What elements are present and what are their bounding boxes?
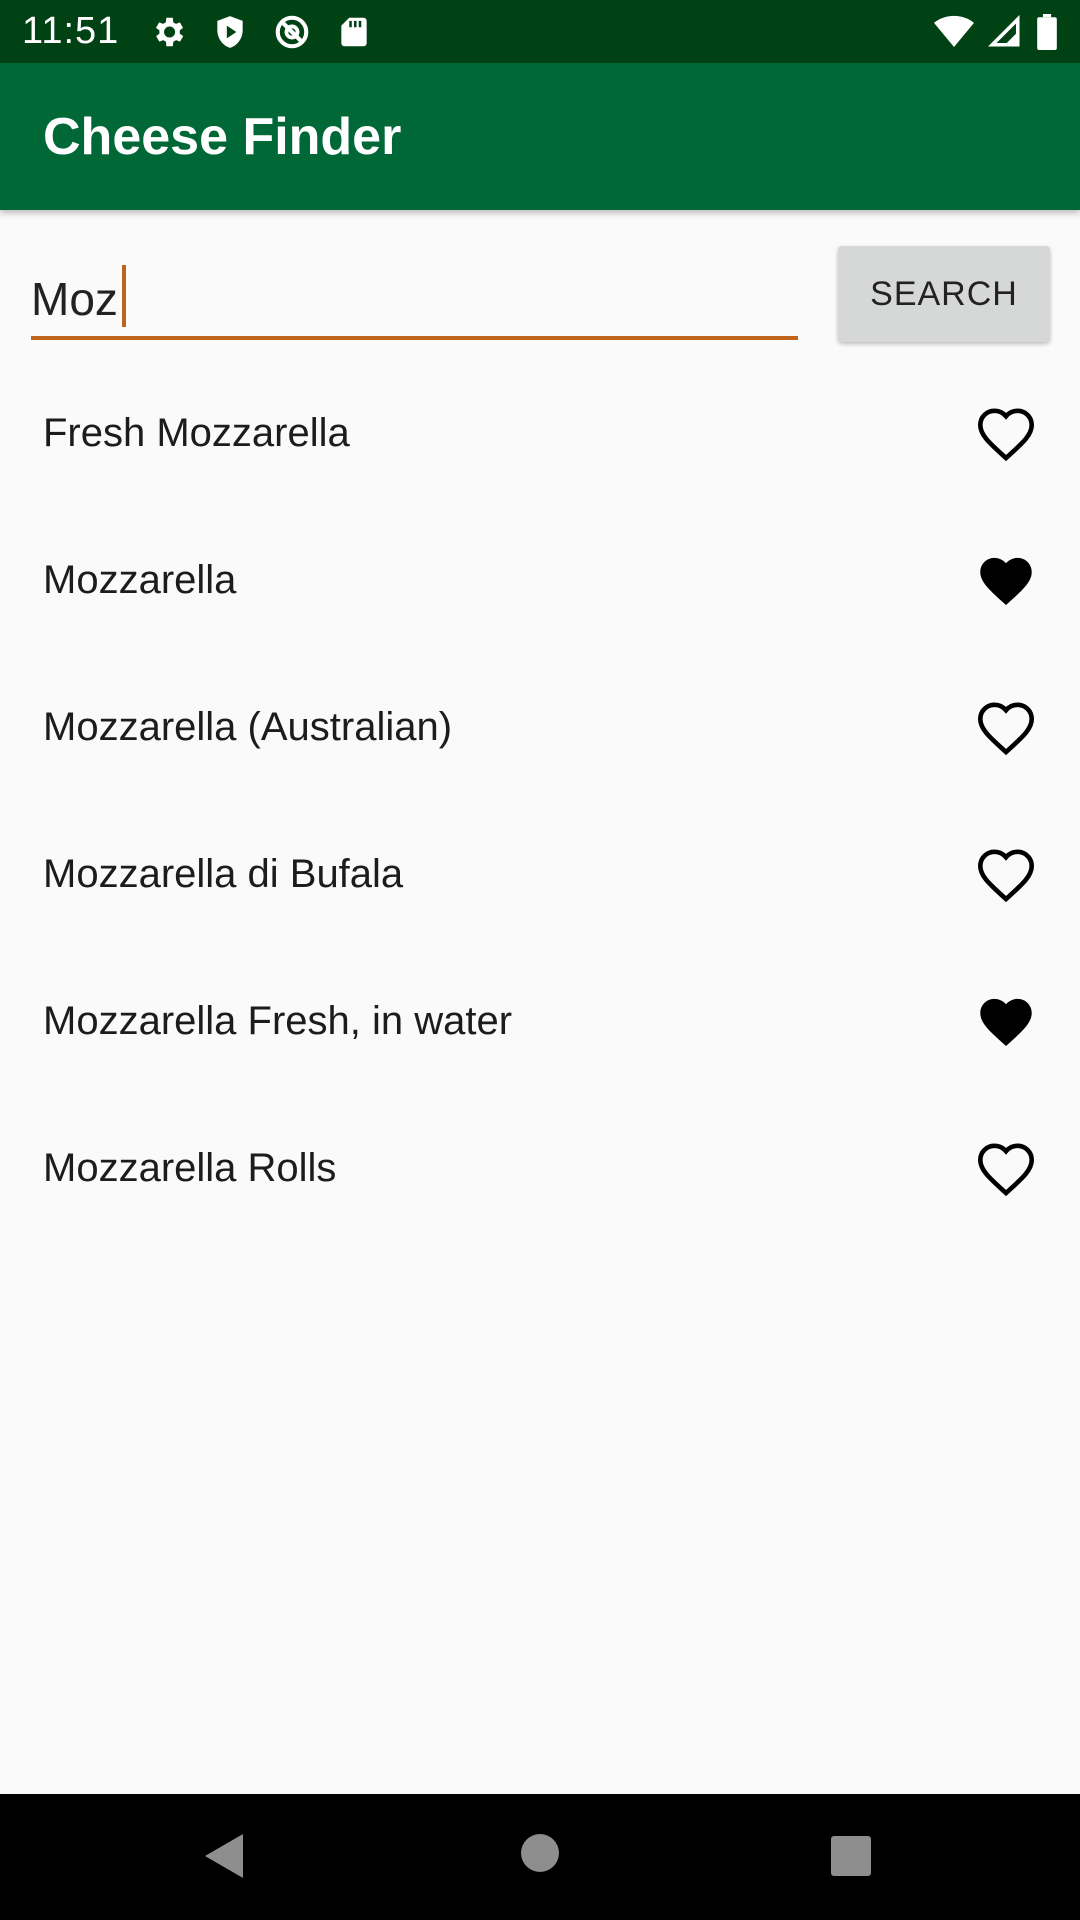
sd-card-icon	[335, 13, 373, 51]
status-bar: 11:51	[0, 0, 1080, 63]
navigation-bar	[0, 1794, 1080, 1920]
list-item[interactable]: Mozzarella Fresh, in water	[0, 948, 1080, 1095]
status-notification-icons	[149, 13, 373, 51]
back-icon[interactable]	[205, 1834, 245, 1883]
list-item[interactable]: Mozzarella (Australian)	[0, 654, 1080, 801]
list-item[interactable]: Fresh Mozzarella	[0, 360, 1080, 507]
search-button[interactable]: SEARCH	[838, 246, 1050, 342]
heart-outline-icon[interactable]	[976, 700, 1036, 756]
list-item[interactable]: Mozzarella Rolls	[0, 1095, 1080, 1242]
status-system-icons	[934, 13, 1058, 50]
cheese-name: Mozzarella di Bufala	[43, 852, 404, 896]
cheese-name: Mozzarella Rolls	[43, 1146, 337, 1190]
heart-outline-icon[interactable]	[976, 1141, 1036, 1197]
wifi-icon	[934, 15, 974, 49]
app-title: Cheese Finder	[43, 107, 402, 166]
search-field[interactable]	[31, 262, 798, 340]
search-input[interactable]	[31, 262, 798, 336]
cheese-name: Mozzarella Fresh, in water	[43, 999, 513, 1043]
screen: 11:51 Cheese Finder Moz SEARCH Fresh Moz…	[0, 0, 1080, 1920]
shield-icon	[211, 13, 249, 51]
settings-icon	[149, 13, 187, 51]
cheese-name: Mozzarella (Australian)	[43, 705, 453, 749]
at-sign-icon	[273, 13, 311, 51]
recents-icon[interactable]	[831, 1836, 871, 1881]
cheese-name: Fresh Mozzarella	[43, 411, 350, 455]
battery-icon	[1036, 13, 1058, 50]
app-bar: Cheese Finder	[0, 63, 1080, 210]
cheese-name: Mozzarella	[43, 558, 237, 602]
heart-outline-icon[interactable]	[976, 406, 1036, 462]
home-icon[interactable]	[520, 1833, 560, 1878]
heart-filled-icon[interactable]	[976, 994, 1036, 1050]
signal-icon	[988, 14, 1022, 49]
status-time: 11:51	[22, 10, 120, 52]
list-item[interactable]: Mozzarella	[0, 507, 1080, 654]
list-item[interactable]: Mozzarella di Bufala	[0, 801, 1080, 948]
heart-outline-icon[interactable]	[976, 847, 1036, 903]
results-list: Fresh Mozzarella Mozzarella Mozzarella (Au…	[0, 360, 1080, 1242]
heart-filled-icon[interactable]	[976, 553, 1036, 609]
text-cursor	[122, 265, 126, 327]
